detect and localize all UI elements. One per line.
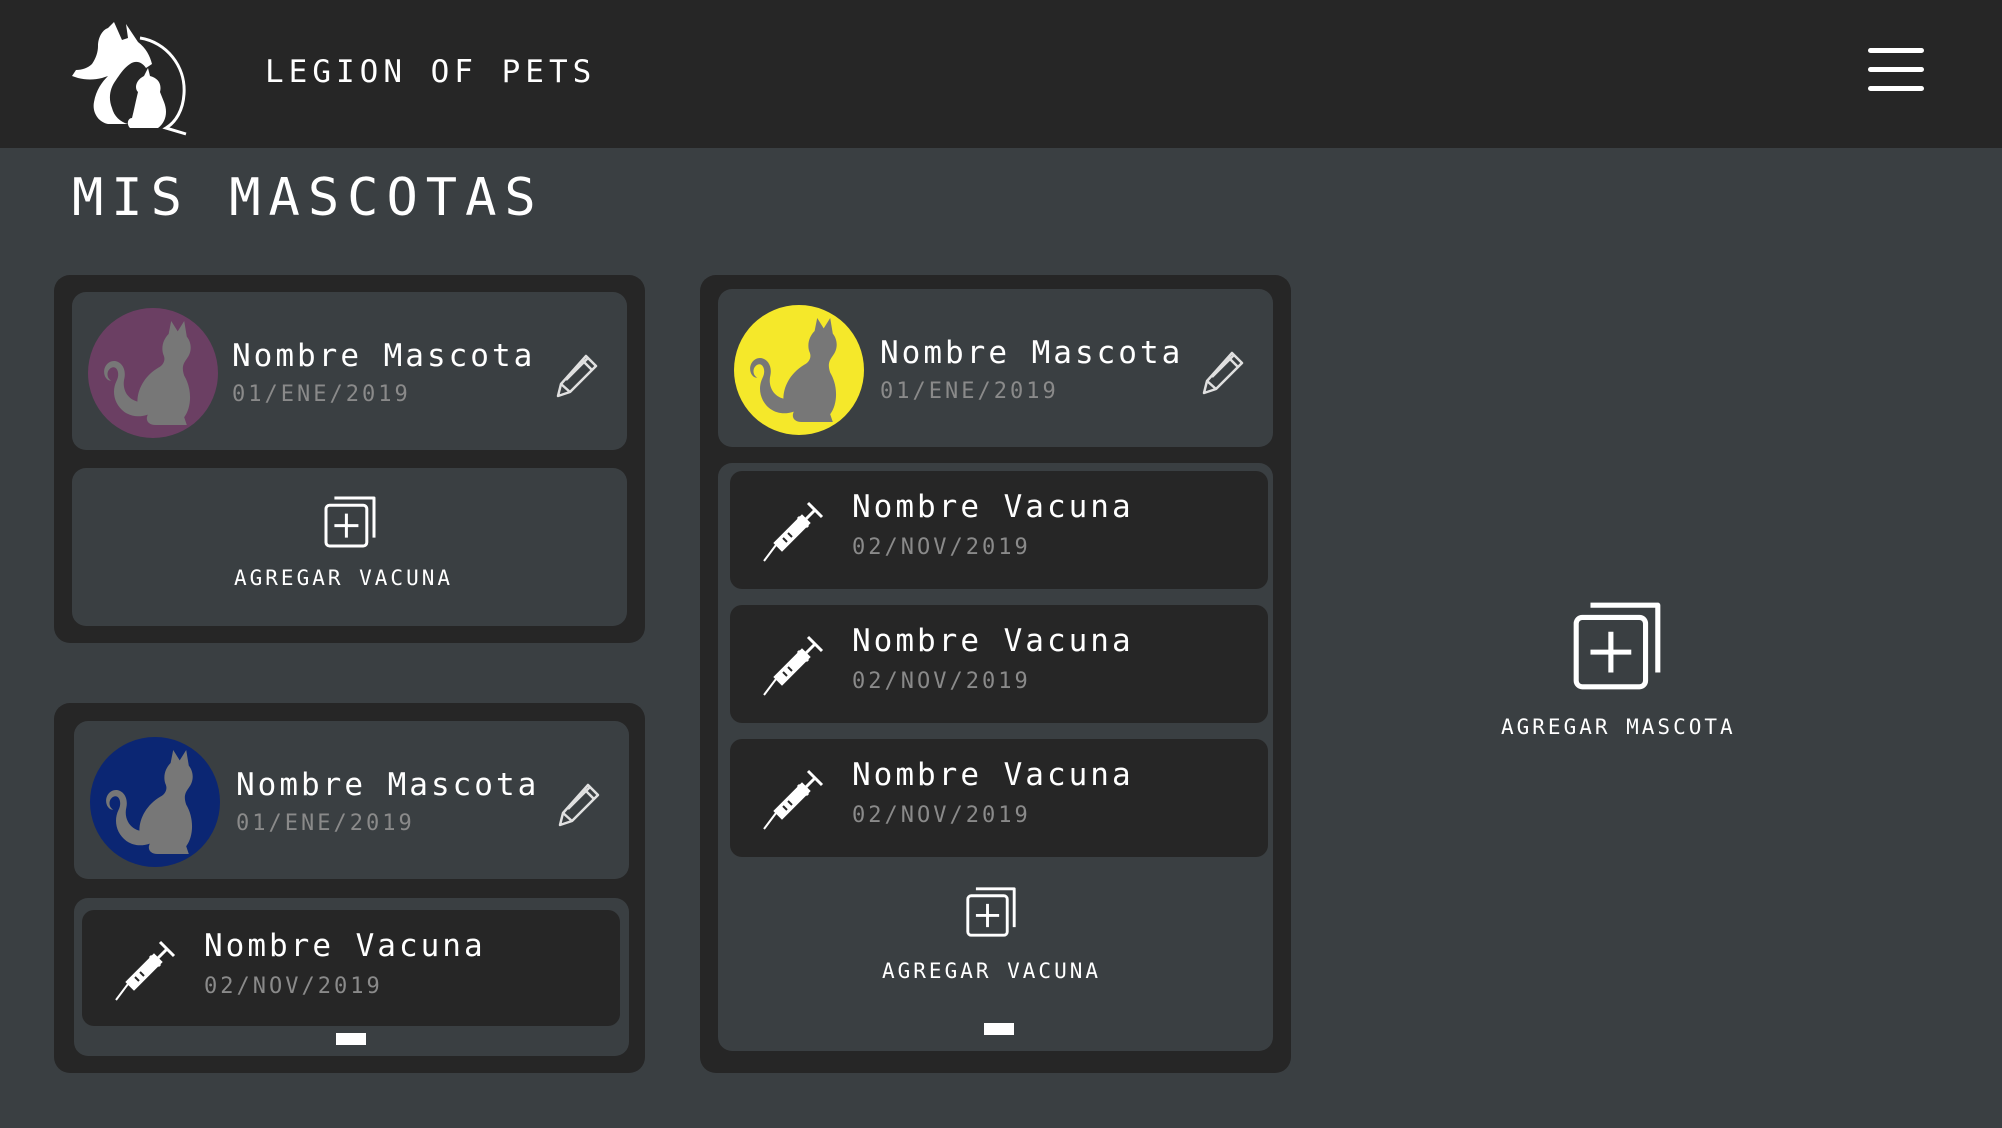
pencil-edit-icon[interactable] bbox=[552, 350, 602, 400]
collapse-handle[interactable] bbox=[336, 1033, 366, 1045]
vaccine-list: Nombre Vacuna 02/NOV/2019 Nombre Vacuna … bbox=[718, 463, 1273, 1051]
vaccine-date: 02/NOV/2019 bbox=[852, 535, 1031, 560]
add-copy-icon[interactable] bbox=[962, 883, 1020, 941]
pet-avatar bbox=[90, 737, 220, 867]
add-copy-icon[interactable] bbox=[320, 492, 380, 552]
add-vaccine-label: AGREGAR VACUNA bbox=[882, 959, 1102, 983]
pet-card[interactable]: Nombre Mascota 01/ENE/2019 bbox=[72, 292, 627, 450]
collapse-handle[interactable] bbox=[984, 1023, 1014, 1035]
add-copy-icon[interactable] bbox=[1566, 595, 1668, 697]
vaccine-list: Nombre Vacuna 02/NOV/2019 bbox=[74, 898, 629, 1056]
pet-avatar bbox=[734, 305, 864, 435]
add-vaccine-button[interactable]: AGREGAR VACUNA bbox=[868, 883, 1128, 993]
cat-silhouette-icon bbox=[88, 308, 218, 438]
dog-cat-logo-icon[interactable] bbox=[68, 18, 194, 136]
vaccine-item[interactable]: Nombre Vacuna 02/NOV/2019 bbox=[82, 910, 620, 1026]
vaccine-item[interactable]: Nombre Vacuna 02/NOV/2019 bbox=[730, 471, 1268, 589]
pet-panel: Nombre Mascota 01/ENE/2019 AGREGAR VACUN… bbox=[54, 275, 645, 643]
cat-silhouette-icon bbox=[734, 305, 864, 435]
pet-panel: Nombre Mascota 01/ENE/2019 Nombre Vacuna… bbox=[700, 275, 1291, 1073]
pet-panel: Nombre Mascota 01/ENE/2019 Nombre Vacuna… bbox=[54, 703, 645, 1073]
vaccine-name: Nombre Vacuna bbox=[852, 623, 1134, 659]
syringe-icon bbox=[758, 631, 828, 701]
cat-silhouette-icon bbox=[90, 737, 220, 867]
pet-avatar bbox=[88, 308, 218, 438]
syringe-icon bbox=[758, 765, 828, 835]
pet-name: Nombre Mascota bbox=[236, 767, 540, 803]
vaccine-date: 02/NOV/2019 bbox=[204, 974, 383, 999]
pet-birth-date: 01/ENE/2019 bbox=[880, 379, 1059, 404]
add-pet-label: AGREGAR MASCOTA bbox=[1501, 715, 1736, 739]
pet-name: Nombre Mascota bbox=[232, 338, 536, 374]
vaccine-date: 02/NOV/2019 bbox=[852, 803, 1031, 828]
brand-name: LEGION OF PETS bbox=[265, 54, 597, 90]
syringe-icon bbox=[110, 936, 180, 1006]
top-navbar: LEGION OF PETS bbox=[0, 0, 2002, 148]
page-title: MIS MASCOTAS bbox=[72, 168, 544, 228]
vaccine-item[interactable]: Nombre Vacuna 02/NOV/2019 bbox=[730, 605, 1268, 723]
add-pet-button[interactable]: AGREGAR MASCOTA bbox=[1490, 595, 1740, 745]
pet-name: Nombre Mascota bbox=[880, 335, 1184, 371]
pet-card[interactable]: Nombre Mascota 01/ENE/2019 bbox=[718, 289, 1273, 447]
hamburger-menu-icon[interactable] bbox=[1868, 48, 1924, 94]
pencil-edit-icon[interactable] bbox=[1198, 347, 1248, 397]
syringe-icon bbox=[758, 497, 828, 567]
vaccine-date: 02/NOV/2019 bbox=[852, 669, 1031, 694]
pet-birth-date: 01/ENE/2019 bbox=[236, 811, 415, 836]
pet-birth-date: 01/ENE/2019 bbox=[232, 382, 411, 407]
vaccine-name: Nombre Vacuna bbox=[852, 757, 1134, 793]
add-vaccine-button[interactable]: AGREGAR VACUNA bbox=[72, 468, 627, 626]
vaccine-item[interactable]: Nombre Vacuna 02/NOV/2019 bbox=[730, 739, 1268, 857]
pet-card[interactable]: Nombre Mascota 01/ENE/2019 bbox=[74, 721, 629, 879]
vaccine-name: Nombre Vacuna bbox=[852, 489, 1134, 525]
add-vaccine-label: AGREGAR VACUNA bbox=[234, 566, 454, 590]
vaccine-name: Nombre Vacuna bbox=[204, 928, 486, 964]
pencil-edit-icon[interactable] bbox=[554, 779, 604, 829]
